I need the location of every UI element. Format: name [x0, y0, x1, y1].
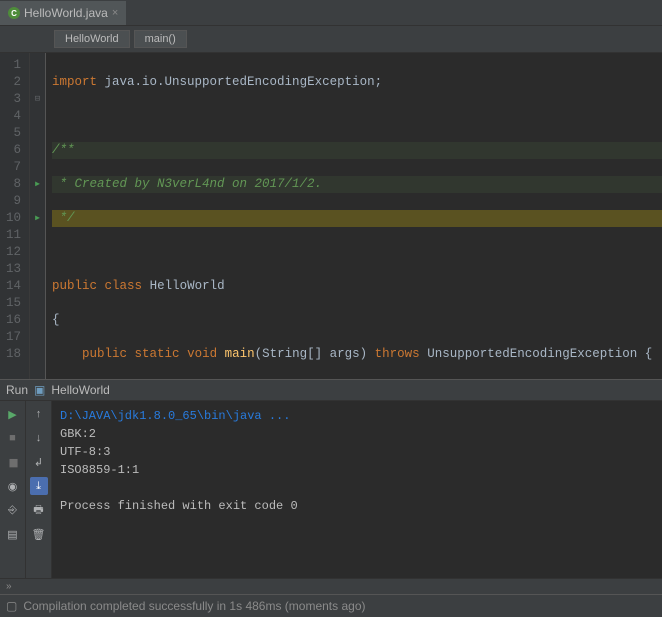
layout-button[interactable]: ▤	[4, 525, 22, 543]
line-number-gutter: 123 456 789 101112 131415 161718	[0, 53, 30, 379]
console-command: D:\JAVA\jdk1.8.0_65\bin\java ...	[60, 409, 290, 423]
run-config-icon: ▣	[34, 383, 45, 397]
editor-tab[interactable]: C HelloWorld.java ×	[0, 1, 126, 25]
rerun-button[interactable]: ▶	[4, 405, 22, 423]
status-message: Compilation completed successfully in 1s…	[23, 599, 365, 613]
clear-button[interactable]: 🗑	[30, 525, 48, 543]
fold-gutter	[30, 53, 46, 379]
run-toolbar-right: ↑ ↓ ↲ ⤓ 🖶 🗑	[26, 401, 52, 578]
console-line: GBK:2	[60, 425, 654, 443]
exit-button[interactable]: ⎆	[4, 501, 22, 519]
tab-filename: HelloWorld.java	[24, 6, 108, 20]
console-line: ISO8859-1:1	[60, 461, 654, 479]
close-icon[interactable]: ×	[112, 7, 118, 19]
print-button[interactable]: 🖶	[30, 501, 48, 519]
run-toolbar-left: ▶ ■ ▮▮ ◉ ⎆ ▤	[0, 401, 26, 578]
java-class-icon: C	[8, 7, 20, 19]
expand-handle[interactable]: »	[0, 578, 662, 594]
code-area[interactable]: import java.io.UnsupportedEncodingExcept…	[46, 53, 662, 379]
up-stack-button[interactable]: ↑	[30, 405, 48, 423]
breadcrumb-class[interactable]: HelloWorld	[54, 30, 130, 48]
status-bar: ▢ Compilation completed successfully in …	[0, 594, 662, 617]
console-exit: Process finished with exit code 0	[60, 497, 654, 515]
code-editor[interactable]: 123 456 789 101112 131415 161718 import …	[0, 53, 662, 379]
structure-breadcrumb: HelloWorld main()	[0, 26, 662, 53]
stop-button[interactable]: ■	[4, 429, 22, 447]
console-line: UTF-8:3	[60, 443, 654, 461]
soft-wrap-button[interactable]: ↲	[30, 453, 48, 471]
down-stack-button[interactable]: ↓	[30, 429, 48, 447]
status-icon: ▢	[6, 599, 17, 613]
breadcrumb-method[interactable]: main()	[134, 30, 187, 48]
run-label: Run	[6, 383, 28, 397]
dump-threads-button[interactable]: ◉	[4, 477, 22, 495]
run-header: Run ▣ HelloWorld	[0, 380, 662, 401]
run-tool-window: Run ▣ HelloWorld ▶ ■ ▮▮ ◉ ⎆ ▤ ↑ ↓ ↲ ⤓ 🖶 …	[0, 379, 662, 594]
scroll-to-end-button[interactable]: ⤓	[30, 477, 48, 495]
editor-tab-bar: C HelloWorld.java ×	[0, 0, 662, 26]
run-config-name[interactable]: HelloWorld	[51, 383, 109, 397]
pause-button[interactable]: ▮▮	[4, 453, 22, 471]
console-output[interactable]: D:\JAVA\jdk1.8.0_65\bin\java ... GBK:2 U…	[52, 401, 662, 578]
